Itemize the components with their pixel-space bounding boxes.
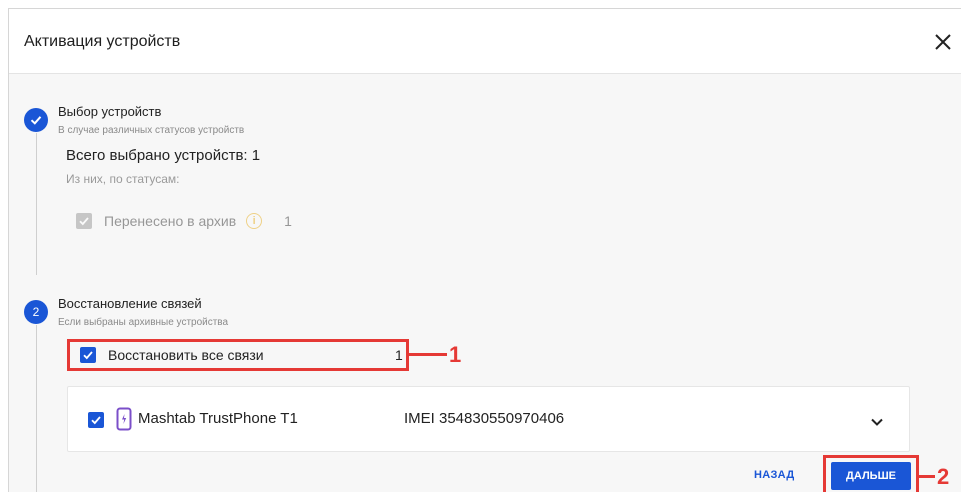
device-imei: IMEI 354830550970406 [404,410,565,427]
device-name: Mashtab TrustPhone T1 [138,410,298,427]
info-icon[interactable]: i [246,213,263,229]
archive-status-row: Перенесено в архив i 1 [76,211,292,231]
step-connector [36,325,37,492]
step-connector [36,133,37,275]
step-number-badge: 2 [24,300,48,324]
close-icon[interactable] [932,31,954,53]
archive-label: Перенесено в архив [104,213,237,229]
next-button[interactable]: ДАЛЬШЕ [831,462,911,490]
restore-all-label: Восстановить все связи [108,347,264,363]
dialog-header: Активация устройств [9,9,961,74]
restore-all-links-row[interactable]: Восстановить все связи 1 [67,339,409,371]
callout-line [409,353,447,356]
activation-dialog: Активация устройств Выбор устройств В сл… [8,8,961,492]
device-checkbox[interactable] [88,412,104,428]
smartphone-icon [116,407,132,436]
restore-count: 1 [395,347,403,363]
callout-number: 2 [937,464,950,489]
step-title: Выбор устройств [58,104,162,119]
archive-checkbox [76,213,92,229]
step-title: Восстановление связей [58,296,202,311]
callout-number: 1 [449,342,462,367]
restore-all-checkbox[interactable] [80,347,96,363]
step-subtitle: Если выбраны архивные устройства [58,317,229,328]
step-done-icon [24,108,48,132]
step-subtitle: В случае различных статусов устройств [58,125,245,136]
dialog-title: Активация устройств [24,33,181,50]
device-row: Mashtab TrustPhone T1 IMEI 3548305509704… [67,386,910,452]
total-selected: Всего выбрано устройств: 1 [66,147,261,164]
archive-count: 1 [284,213,292,229]
chevron-down-icon[interactable] [870,414,884,432]
back-button[interactable]: НАЗАД [754,469,794,481]
callout-line [919,475,935,478]
by-status-label: Из них, по статусам: [66,172,180,186]
